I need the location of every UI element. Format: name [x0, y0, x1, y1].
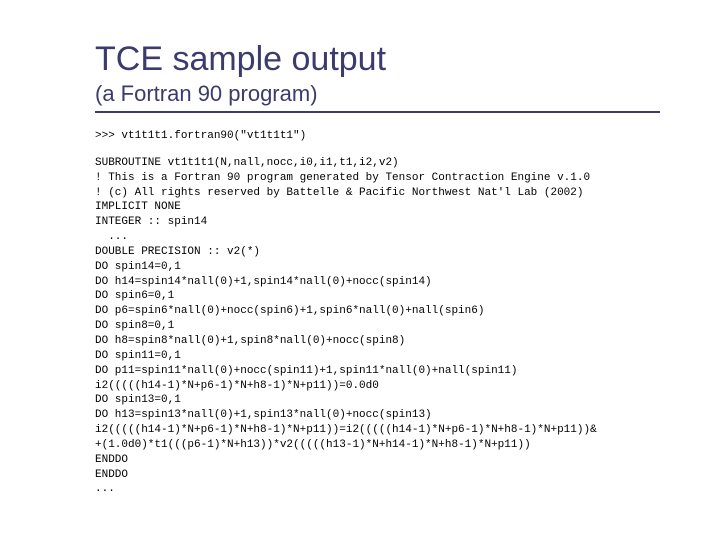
slide-subtitle: (a Fortran 90 program) [95, 81, 720, 107]
title-divider [95, 111, 660, 113]
repl-line: >>> vt1t1t1.fortran90("vt1t1t1") [95, 129, 720, 144]
slide: TCE sample output (a Fortran 90 program)… [0, 0, 720, 540]
code-block: SUBROUTINE vt1t1t1(N,nall,nocc,i0,i1,t1,… [95, 156, 720, 497]
slide-title: TCE sample output [95, 40, 720, 79]
